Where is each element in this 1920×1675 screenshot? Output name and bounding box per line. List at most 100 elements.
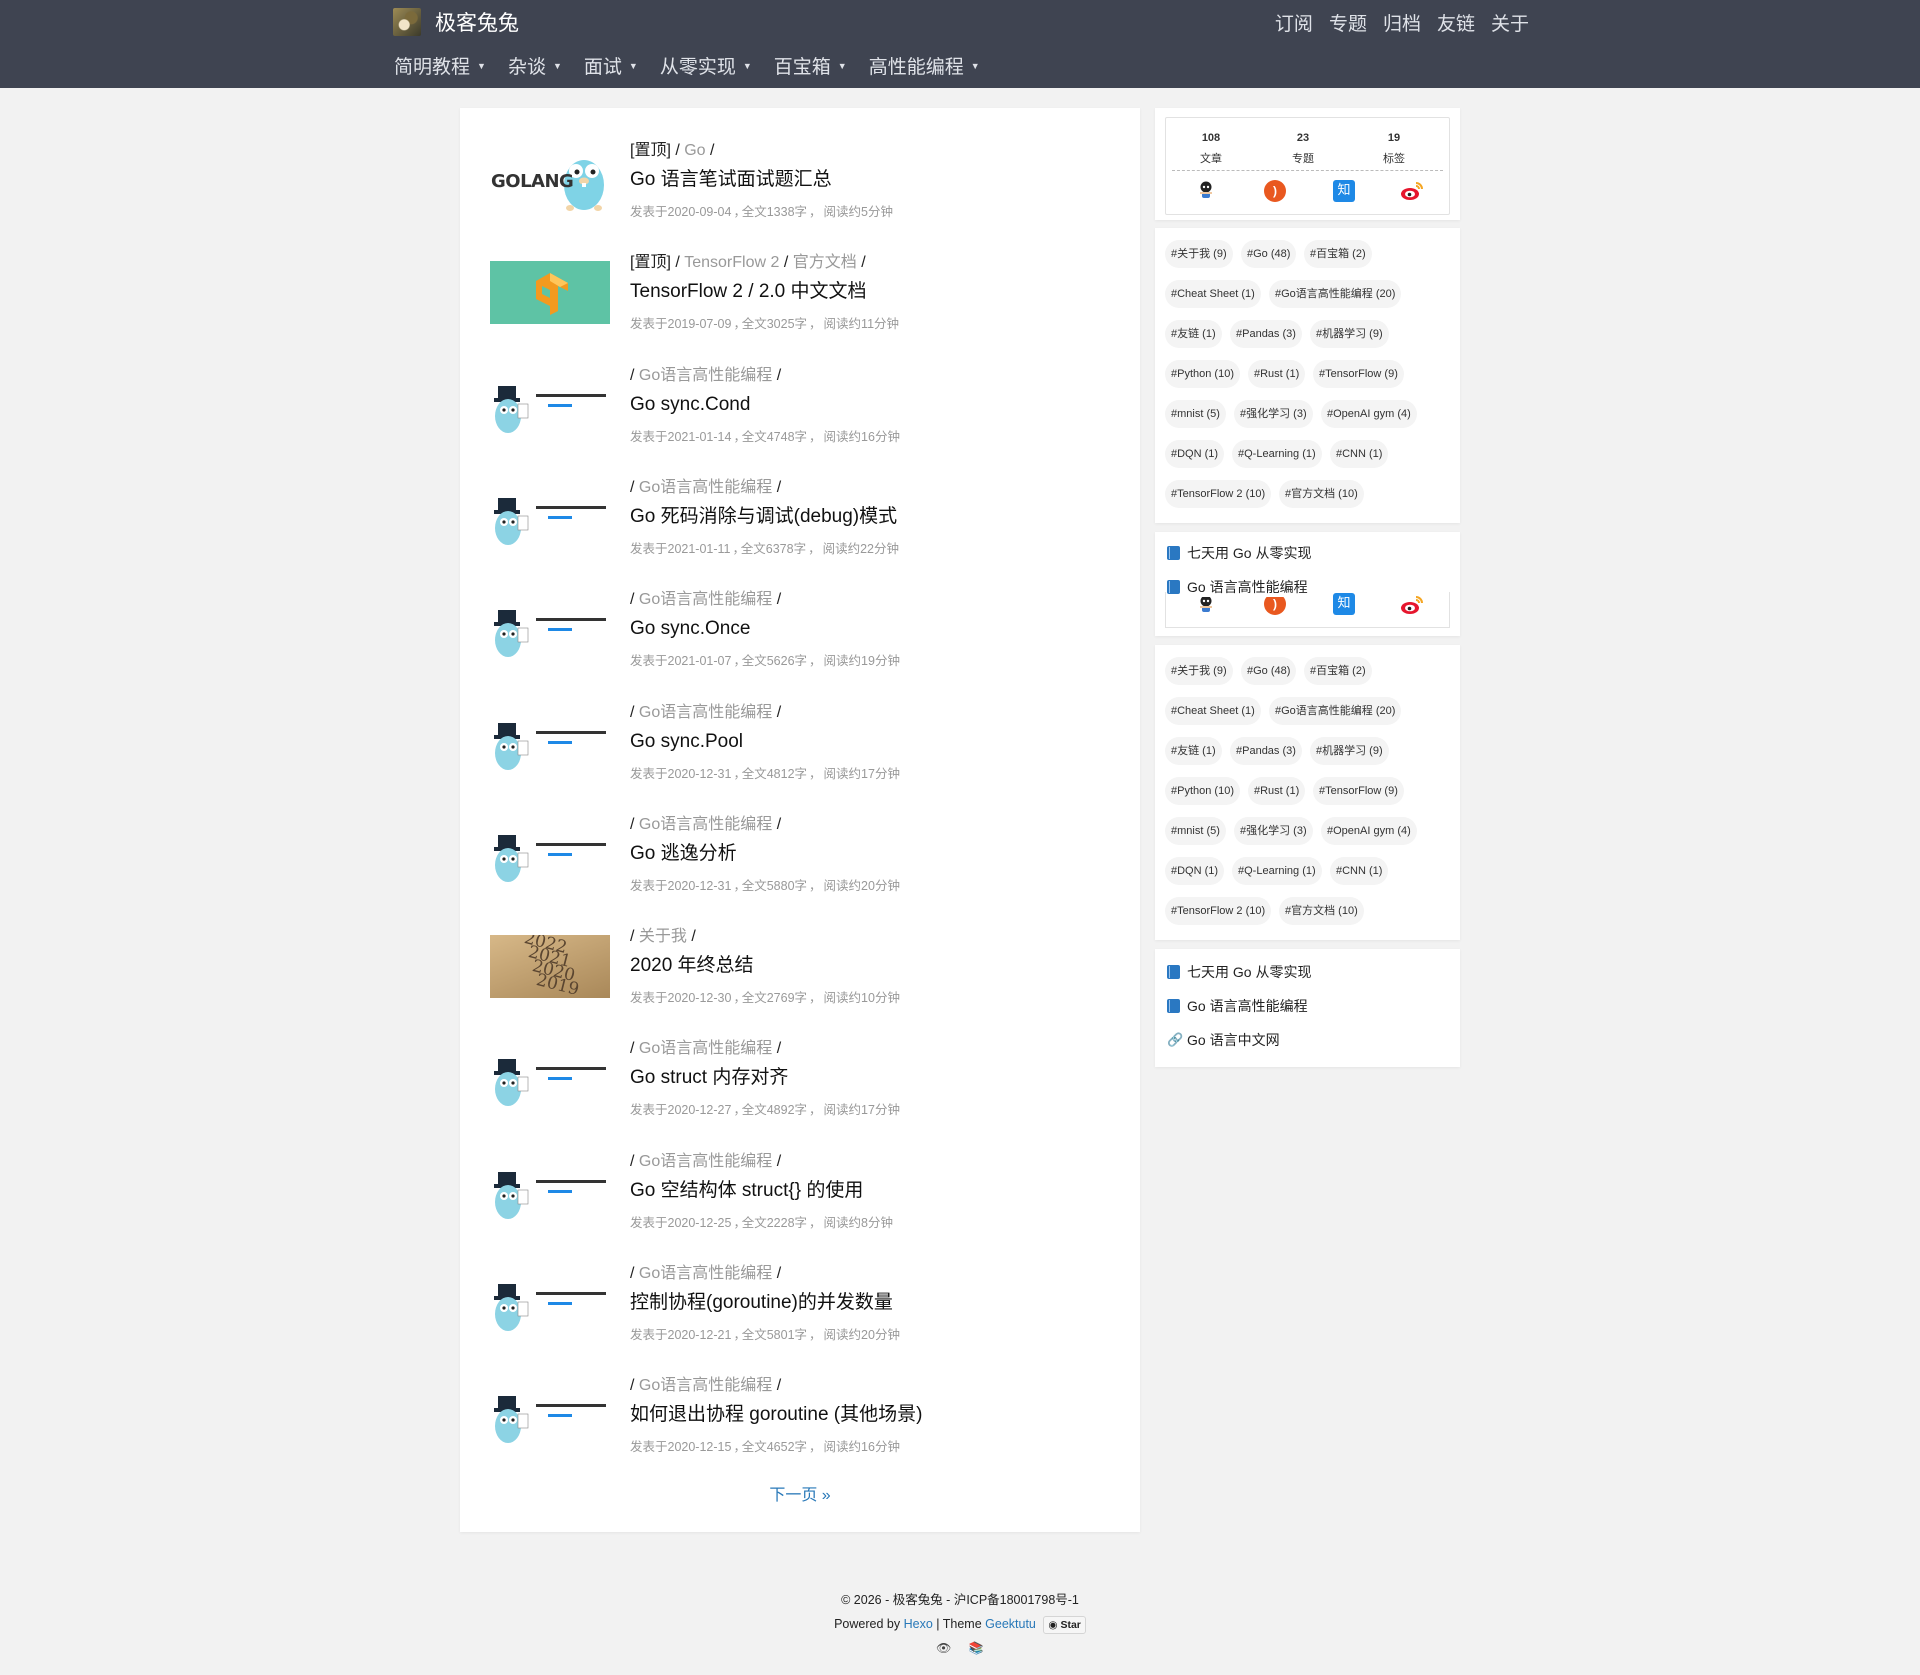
tag-chip[interactable]: #Rust (1) (1248, 777, 1306, 805)
tag-chip[interactable]: #OpenAI gym (4) (1321, 400, 1417, 428)
rss-icon[interactable]: ) (1263, 180, 1287, 202)
tag-chip[interactable]: #Python (10) (1165, 777, 1240, 805)
tag-chip[interactable]: #mnist (5) (1165, 817, 1226, 845)
next-page-link[interactable]: 下一页 » (460, 1481, 1140, 1505)
post-title[interactable]: Go 空结构体 struct{} 的使用 (630, 1175, 1100, 1209)
gopher-hat-thumbnail[interactable] (490, 1272, 610, 1335)
tag-chip[interactable]: #TensorFlow (9) (1313, 360, 1404, 388)
menu-from-scratch[interactable]: 从零实现 ▼ (660, 52, 752, 79)
gopher-hat-thumbnail[interactable] (490, 1384, 610, 1448)
tag-chip[interactable]: #mnist (5) (1165, 400, 1226, 428)
tag-chip[interactable]: #百宝箱 (2) (1304, 657, 1372, 685)
tag-chip[interactable]: #友链 (1) (1165, 320, 1222, 348)
menu-tutorials[interactable]: 简明教程 ▼ (394, 52, 486, 79)
gopher-hat-thumbnail[interactable] (490, 598, 610, 662)
gopher-hat-thumbnail[interactable] (490, 822, 610, 886)
gopher-hat-thumbnail[interactable] (490, 1159, 610, 1223)
stat-posts[interactable]: 108 文章 (1166, 128, 1256, 170)
post-title[interactable]: 2020 年终总结 (630, 950, 1100, 984)
gopher-hat-thumbnail[interactable] (490, 485, 610, 549)
tag-chip[interactable]: #强化学习 (3) (1234, 817, 1313, 845)
github-icon[interactable] (1194, 180, 1218, 202)
post-title[interactable]: Go sync.Once (630, 613, 1100, 647)
tag-chip[interactable]: #CNN (1) (1330, 440, 1389, 468)
theme-link[interactable]: Geektutu (985, 1617, 1036, 1631)
category-link[interactable]: Go语言高性能编程 (639, 816, 772, 833)
stat-series[interactable]: 23 专题 (1258, 128, 1348, 170)
category-link[interactable]: Go语言高性能编程 (639, 704, 772, 721)
category-link[interactable]: Go语言高性能编程 (639, 479, 772, 496)
post-title[interactable]: Go 逃逸分析 (630, 838, 1100, 872)
tag-chip[interactable]: #Cheat Sheet (1) (1165, 280, 1261, 308)
menu-toolbox[interactable]: 百宝箱 ▼ (774, 52, 847, 79)
post-title[interactable]: Go 语言笔试面试题汇总 (630, 164, 1100, 198)
category-link[interactable]: Go语言高性能编程 (639, 591, 772, 608)
gopher-hat-thumbnail[interactable] (490, 373, 610, 437)
tag-chip[interactable]: #Q-Learning (1) (1232, 857, 1322, 885)
series-link-highperf[interactable]: Go 语言高性能编程 (1167, 577, 1308, 597)
category-link[interactable]: Go语言高性能编程 (639, 367, 772, 384)
tag-chip[interactable]: #友链 (1) (1165, 737, 1222, 765)
tag-chip[interactable]: #Pandas (3) (1230, 737, 1302, 765)
tag-chip[interactable]: #关于我 (9) (1165, 240, 1233, 268)
menu-high-performance[interactable]: 高性能编程 ▼ (869, 52, 980, 79)
tag-chip[interactable]: #DQN (1) (1165, 440, 1225, 468)
tag-chip[interactable]: #强化学习 (3) (1234, 400, 1313, 428)
series-link-7days[interactable]: 七天用 Go 从零实现 (1167, 543, 1311, 563)
site-brand[interactable]: 极客兔兔 (393, 7, 519, 37)
post-title[interactable]: Go sync.Cond (630, 389, 1100, 423)
tag-chip[interactable]: #TensorFlow (9) (1313, 777, 1404, 805)
tag-chip[interactable]: #Rust (1) (1248, 360, 1306, 388)
nav-link-friends[interactable]: 友链 (1437, 9, 1475, 36)
post-title[interactable]: 控制协程(goroutine)的并发数量 (630, 1287, 1100, 1321)
category-link[interactable]: Go语言高性能编程 (639, 1153, 772, 1170)
golang-gopher-thumbnail[interactable]: GOLANG (490, 149, 610, 212)
tag-chip[interactable]: #Go (48) (1241, 657, 1297, 685)
zhihu-icon[interactable]: 知 (1332, 180, 1356, 202)
tag-chip[interactable]: #TensorFlow 2 (10) (1165, 897, 1272, 925)
tag-chip[interactable]: #官方文档 (10) (1279, 480, 1364, 508)
github-star-button[interactable]: ◉ Star (1043, 1616, 1086, 1634)
tag-chip[interactable]: #Go (48) (1241, 240, 1297, 268)
tag-chip[interactable]: #Go语言高性能编程 (20) (1269, 697, 1402, 725)
tag-chip[interactable]: #Cheat Sheet (1) (1165, 697, 1261, 725)
post-title[interactable]: TensorFlow 2 / 2.0 中文文档 (630, 276, 1100, 310)
tag-chip[interactable]: #官方文档 (10) (1279, 897, 1364, 925)
tag-chip[interactable]: #OpenAI gym (4) (1321, 817, 1417, 845)
nav-link-about[interactable]: 关于 (1491, 9, 1529, 36)
tag-chip[interactable]: #关于我 (9) (1165, 657, 1233, 685)
post-title[interactable]: Go 死码消除与调试(debug)模式 (630, 501, 1100, 535)
post-title[interactable]: Go sync.Pool (630, 726, 1100, 760)
tag-chip[interactable]: #Pandas (3) (1230, 320, 1302, 348)
tag-chip[interactable]: #Python (10) (1165, 360, 1240, 388)
tensorflow-logo-thumbnail[interactable] (490, 261, 610, 325)
category-link[interactable]: Go (684, 142, 705, 159)
nav-link-archive[interactable]: 归档 (1383, 9, 1421, 36)
tag-chip[interactable]: #Q-Learning (1) (1232, 440, 1322, 468)
menu-interview[interactable]: 面试 ▼ (584, 52, 638, 79)
category-link[interactable]: Go语言高性能编程 (639, 1377, 772, 1394)
stat-tags[interactable]: 19 标签 (1349, 128, 1439, 170)
tag-chip[interactable]: #机器学习 (9) (1310, 320, 1389, 348)
category-link[interactable]: 关于我 (639, 928, 687, 945)
github-icon[interactable] (1194, 594, 1218, 616)
tag-chip[interactable]: #DQN (1) (1165, 857, 1225, 885)
weibo-icon[interactable] (1400, 180, 1424, 202)
gopher-hat-thumbnail[interactable] (490, 1047, 610, 1111)
tag-chip[interactable]: #TensorFlow 2 (10) (1165, 480, 1272, 508)
zhihu-icon[interactable]: 知 (1332, 593, 1356, 615)
tag-chip[interactable]: #Go语言高性能编程 (20) (1269, 280, 1402, 308)
series-link-7days[interactable]: 七天用 Go 从零实现 (1167, 962, 1311, 982)
tag-chip[interactable]: #百宝箱 (2) (1304, 240, 1372, 268)
gopher-hat-thumbnail[interactable] (490, 710, 610, 774)
menu-misc[interactable]: 杂谈 ▼ (508, 52, 562, 79)
nav-link-series[interactable]: 专题 (1329, 9, 1367, 36)
friend-link-studygolang[interactable]: 🔗 Go 语言中文网 (1167, 1030, 1280, 1050)
tag-chip[interactable]: #机器学习 (9) (1310, 737, 1389, 765)
post-title[interactable]: Go struct 内存对齐 (630, 1062, 1100, 1096)
category-link[interactable]: Go语言高性能编程 (639, 1040, 772, 1057)
category-link[interactable]: 官方文档 (793, 254, 857, 271)
weibo-icon[interactable] (1400, 594, 1424, 616)
post-title[interactable]: 如何退出协程 goroutine (其他场景) (630, 1399, 1100, 1433)
category-link[interactable]: Go语言高性能编程 (639, 1265, 772, 1282)
